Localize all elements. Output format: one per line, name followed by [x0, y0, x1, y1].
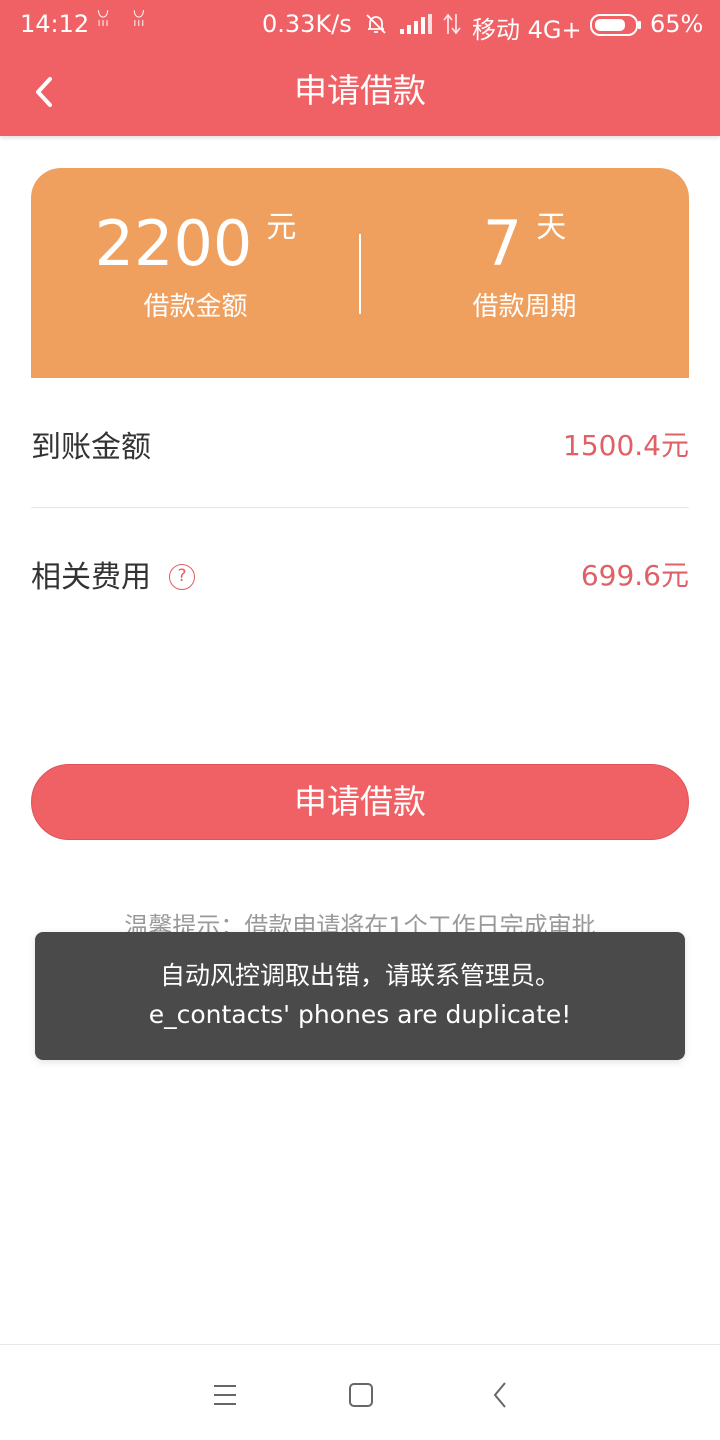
menu-icon: [214, 1385, 236, 1405]
loan-amount-section: 2200 元 借款金额: [31, 168, 360, 378]
app-header: 14:12 ꈍ ꈍ 0.33K/s 移动 4G+ 65% 申请借款: [0, 0, 720, 136]
nav-home-button[interactable]: [341, 1375, 381, 1415]
loan-summary-card: 2200 元 借款金额 7天 借款周期: [31, 168, 689, 378]
status-time: 14:12: [20, 10, 90, 38]
battery-icon: [590, 14, 641, 36]
status-battery-percent: 65%: [650, 10, 704, 38]
toast-message-line2: e_contacts' phones are duplicate!: [148, 1000, 572, 1029]
nav-back-button[interactable]: [480, 1375, 520, 1415]
status-notification-icons: ꈍ ꈍ: [96, 10, 154, 31]
chevron-left-icon: [493, 1382, 506, 1408]
fee-row: 相关费用 ? 699.6元: [31, 508, 689, 638]
status-network-speed: 0.33K/s: [262, 10, 352, 38]
fee-label: 相关费用: [31, 560, 151, 595]
toast-message-line1: 自动风控调取出错，请联系管理员。: [159, 961, 560, 990]
nav-menu-button[interactable]: [205, 1375, 245, 1415]
received-amount-value: 1500.4元: [563, 429, 689, 462]
loan-amount-unit: 元: [266, 210, 297, 245]
error-toast: 自动风控调取出错，请联系管理员。 e_contacts' phones are …: [35, 932, 685, 1060]
page-title: 申请借款: [294, 71, 426, 110]
received-amount-row: 到账金额 1500.4元: [31, 378, 689, 508]
bell-muted-icon: [366, 14, 386, 34]
apply-loan-button[interactable]: 申请借款: [31, 764, 689, 840]
signal-icon: [400, 14, 432, 34]
status-carrier: 移动 4G+: [472, 16, 582, 44]
data-transfer-icon: [443, 13, 461, 35]
loan-period-unit: 天: [536, 210, 567, 245]
loan-period-value: 7: [482, 207, 523, 280]
fee-value: 699.6元: [580, 559, 689, 592]
status-bar: 14:12 ꈍ ꈍ 0.33K/s 移动 4G+ 65%: [0, 0, 720, 50]
home-square-icon: [349, 1383, 373, 1407]
loan-amount-value: 2200: [94, 207, 253, 280]
system-nav-bar: [0, 1344, 720, 1440]
question-icon[interactable]: ?: [169, 564, 195, 590]
loan-period-section: 7天 借款周期: [360, 168, 689, 378]
received-amount-label: 到账金额: [31, 430, 151, 465]
loan-amount-label: 借款金额: [143, 292, 248, 322]
loan-period-label: 借款周期: [472, 292, 577, 322]
